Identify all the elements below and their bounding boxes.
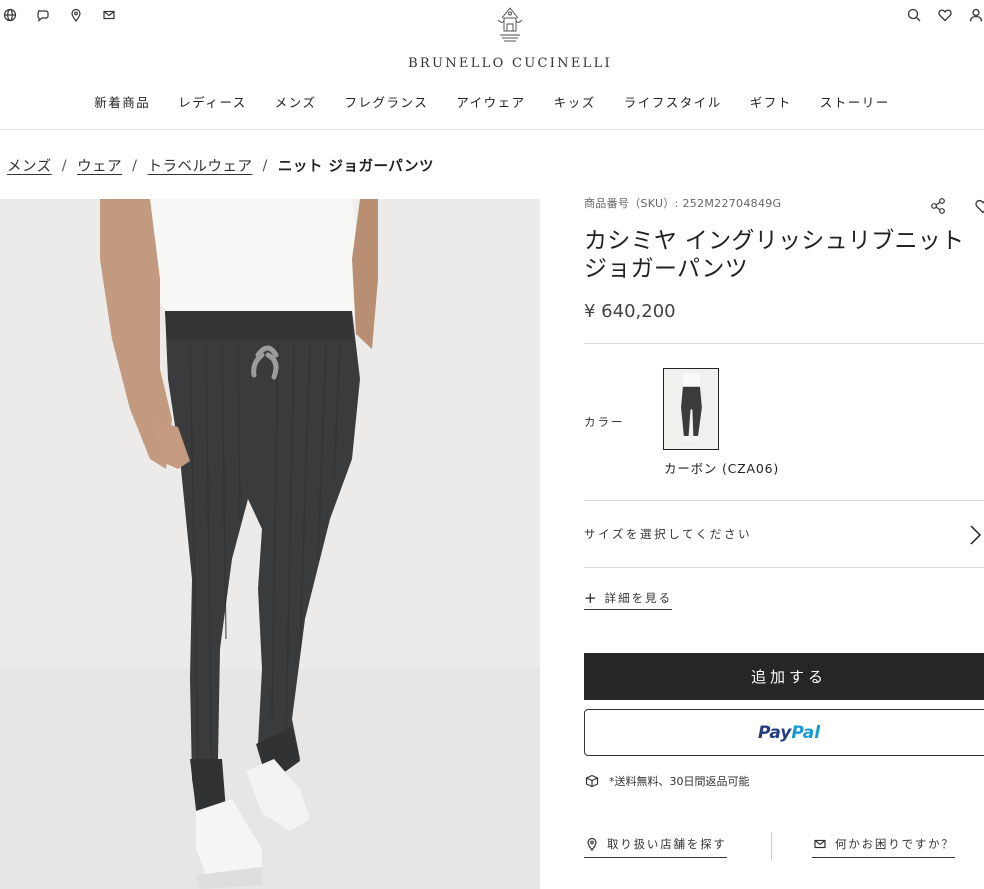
breadcrumb-current: ニット ジョガーパンツ	[277, 159, 435, 175]
nav-item-eyewear[interactable]: アイウェア	[456, 92, 525, 111]
plus-icon: +	[584, 589, 597, 607]
chat-icon[interactable]	[35, 7, 51, 23]
divider	[584, 343, 984, 344]
heart-icon[interactable]	[937, 7, 953, 23]
nav-item-ladies[interactable]: レディース	[178, 92, 247, 111]
help-label: 何かお困りですか？	[835, 837, 955, 851]
user-icon[interactable]	[968, 7, 984, 23]
add-to-cart-button[interactable]: 追加する	[584, 653, 984, 700]
details-button[interactable]: + 詳細を見る	[584, 589, 673, 610]
breadcrumb-separator: /	[132, 157, 138, 174]
product-info: 商品番号（SKU）: 252M22704849G カシミヤ イングリッシュリブニ…	[584, 195, 984, 860]
sku-label: 商品番号（SKU）:	[584, 197, 679, 210]
product-title-line2: ジョガーパンツ	[584, 256, 749, 282]
store-locator-link[interactable]: 取り扱い店舗を探す	[584, 836, 727, 858]
color-name: カーボン (CZA06)	[664, 461, 780, 476]
brand-emblem-icon	[497, 7, 523, 42]
mail-icon[interactable]	[101, 7, 117, 23]
breadcrumb-wear[interactable]: ウェア	[77, 155, 122, 176]
breadcrumb: メンズ / ウェア / トラベルウェア / ニット ジョガーパンツ	[7, 155, 434, 176]
utility-right	[906, 7, 984, 23]
chevron-right-icon	[968, 523, 982, 547]
wishlist-heart-icon[interactable]	[974, 197, 984, 215]
link-separator	[771, 832, 772, 860]
product-image[interactable]	[0, 199, 540, 889]
divider	[584, 500, 984, 501]
sku-line: 商品番号（SKU）: 252M22704849G	[584, 195, 984, 211]
search-icon[interactable]	[906, 7, 922, 23]
color-label: カラー	[584, 415, 625, 429]
paypal-button[interactable]: PayPal	[584, 709, 984, 756]
share-icon[interactable]	[929, 197, 947, 215]
store-locator-label: 取り扱い店舗を探す	[607, 837, 727, 851]
package-icon	[584, 773, 600, 789]
nav-item-new[interactable]: 新着商品	[94, 92, 150, 111]
breadcrumb-mens[interactable]: メンズ	[7, 155, 52, 176]
product-title: カシミヤ イングリッシュリブニット ジョガーパンツ	[584, 227, 984, 283]
brand-logo[interactable]: BRUNELLO CUCINELLI	[408, 4, 612, 71]
utility-left	[2, 7, 117, 23]
product-title-line1: カシミヤ イングリッシュリブニット	[584, 228, 965, 254]
nav-item-gift[interactable]: ギフト	[750, 92, 792, 111]
brand-wordmark: BRUNELLO CUCINELLI	[408, 56, 612, 71]
nav-item-mens[interactable]: メンズ	[275, 92, 317, 111]
breadcrumb-travelwear[interactable]: トラベルウェア	[148, 155, 253, 176]
nav-item-kids[interactable]: キッズ	[554, 92, 596, 111]
main-nav: 新着商品 レディース メンズ フレグランス アイウェア キッズ ライフスタイル …	[0, 92, 984, 111]
shipping-note: *送料無料、30日間返品可能	[584, 773, 750, 789]
divider	[584, 567, 984, 568]
help-link[interactable]: 何かお困りですか？	[812, 836, 955, 858]
color-swatch-carbon[interactable]	[663, 368, 719, 450]
nav-item-story[interactable]: ストーリー	[820, 92, 890, 111]
swatch-thumbnail	[664, 369, 717, 448]
site-header: BRUNELLO CUCINELLI 新着商品 レディース メンズ フレグランス…	[0, 0, 984, 130]
shipping-text: *送料無料、30日間返品可能	[609, 775, 750, 788]
size-selector[interactable]: サイズを選択してください	[584, 523, 984, 547]
paypal-logo: PayPal	[757, 722, 821, 743]
nav-item-fragrance[interactable]: フレグランス	[345, 92, 429, 111]
location-icon[interactable]	[68, 7, 84, 23]
details-label: 詳細を見る	[604, 591, 673, 605]
mail-icon	[812, 836, 828, 852]
sku-value: 252M22704849G	[682, 197, 782, 210]
product-photo	[0, 199, 540, 889]
location-icon	[584, 836, 600, 852]
nav-item-lifestyle[interactable]: ライフスタイル	[624, 92, 722, 111]
breadcrumb-separator: /	[61, 157, 68, 174]
breadcrumb-separator: /	[262, 157, 268, 174]
product-price: ¥ 640,200	[584, 301, 676, 322]
size-label: サイズを選択してください	[584, 527, 753, 541]
globe-icon[interactable]	[2, 7, 18, 23]
